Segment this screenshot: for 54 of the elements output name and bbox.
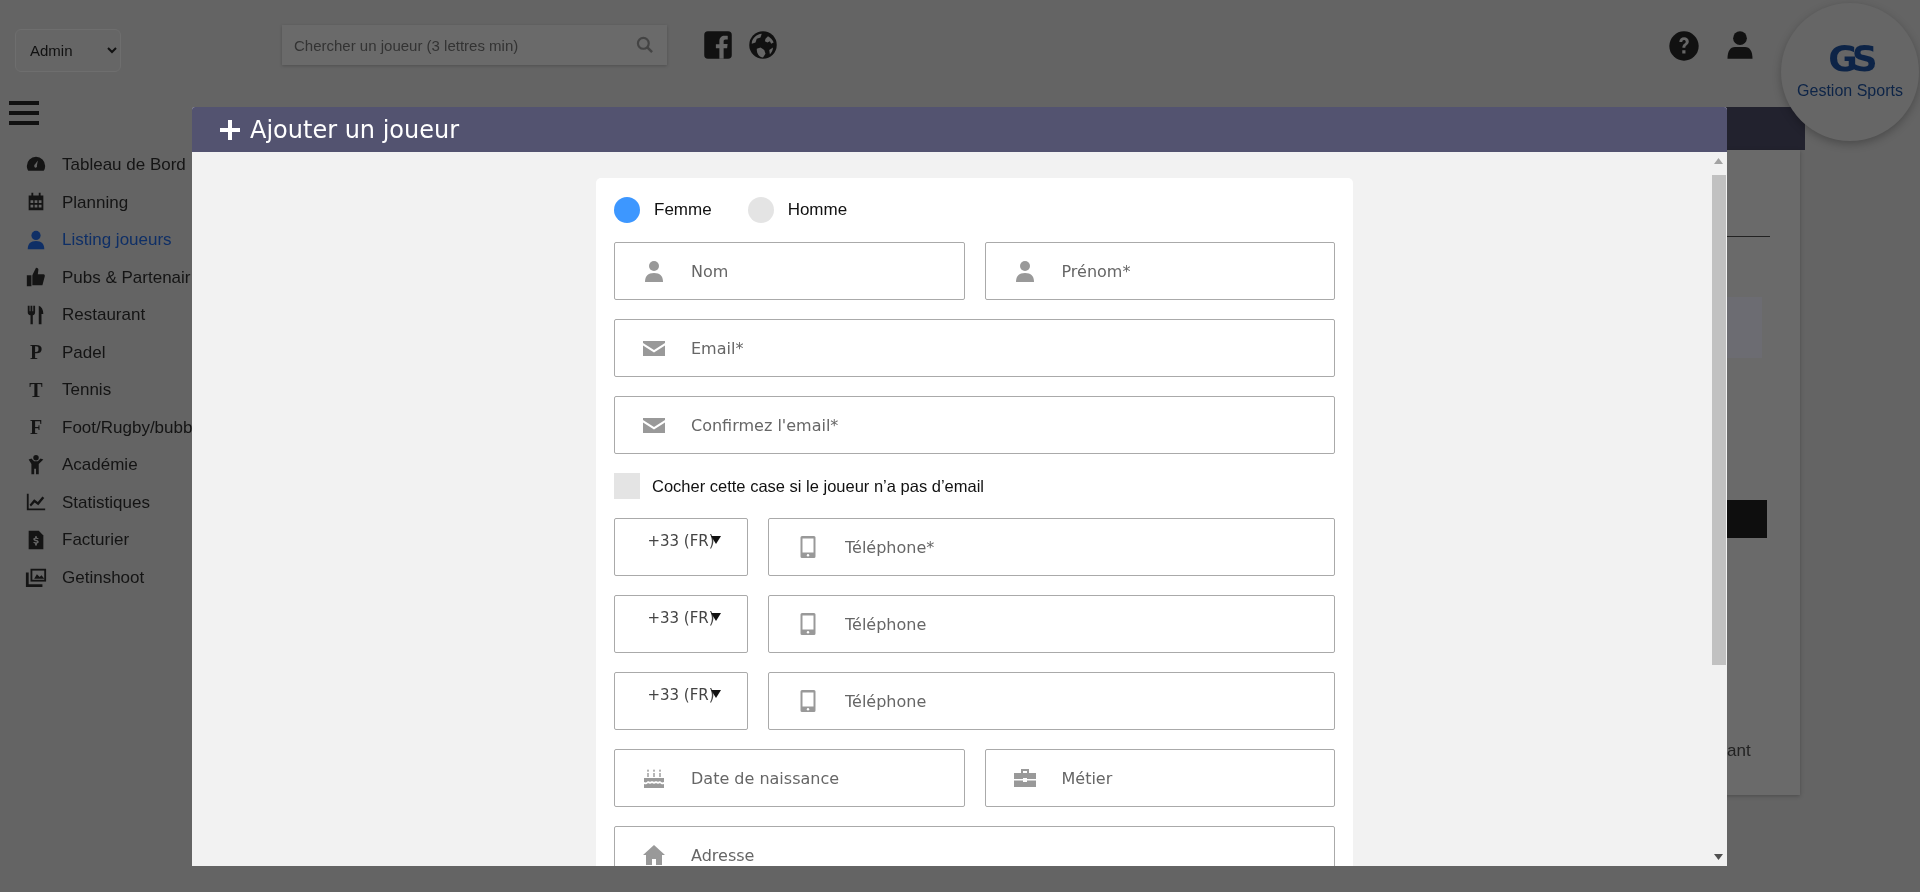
sidebar-item[interactable]: Getinshoot xyxy=(0,558,282,596)
radio-circle[interactable] xyxy=(614,197,640,223)
radio-label: Femme xyxy=(654,199,712,222)
search-icon[interactable] xyxy=(635,35,655,55)
radio-option[interactable]: Homme xyxy=(747,197,848,223)
scroll-up-icon[interactable] xyxy=(1714,158,1723,164)
sidebar-item[interactable]: Restaurant xyxy=(0,296,282,334)
input-field[interactable]: Téléphone xyxy=(768,595,1335,653)
role-select[interactable]: Admin xyxy=(15,29,121,72)
sidebar-item[interactable]: Planning xyxy=(0,183,282,221)
sidebar-item[interactable]: Pubs & Partenair xyxy=(0,258,282,296)
input-field[interactable]: Date de naissance xyxy=(614,749,965,807)
sidebar-item[interactable]: Listing joueurs xyxy=(0,221,282,259)
input-field[interactable]: Métier xyxy=(984,749,1335,807)
logo-monogram: GS xyxy=(1828,41,1872,77)
input-field[interactable]: Téléphone* xyxy=(768,518,1335,576)
input-field[interactable]: Email* xyxy=(614,319,1335,377)
checkbox-label: Cocher cette case si le joueur n’a pas d’email xyxy=(652,475,984,497)
scroll-down-icon[interactable] xyxy=(1714,854,1723,860)
input-field[interactable]: Téléphone xyxy=(768,672,1335,730)
radio-label: Homme xyxy=(787,199,848,222)
input-field[interactable]: Prénom* xyxy=(984,242,1335,300)
country-code-select[interactable]: +33 (FR) xyxy=(614,518,748,576)
plus-icon xyxy=(220,119,240,140)
input-field[interactable]: Confirmez l'email* xyxy=(614,396,1335,454)
person-icon xyxy=(642,259,666,283)
user-icon[interactable] xyxy=(1725,30,1755,60)
globe-icon[interactable] xyxy=(748,30,778,60)
photos-icon xyxy=(25,566,47,589)
input-field[interactable]: Nom xyxy=(614,242,965,300)
scrollbar-thumb[interactable] xyxy=(1712,175,1726,665)
sidebar-item[interactable]: Facturier xyxy=(0,521,282,559)
country-code-select[interactable]: +33 (FR) xyxy=(614,595,748,653)
sidebar-item[interactable]: Académie xyxy=(0,446,282,484)
logo-name: Gestion Sports xyxy=(1797,81,1903,101)
modal-title: Ajouter un joueur xyxy=(250,114,460,146)
checkbox[interactable] xyxy=(614,473,640,499)
menu-icon[interactable] xyxy=(9,100,39,126)
input-field[interactable]: Adresse xyxy=(614,826,1335,866)
sidebar-item[interactable]: Tableau de Bord xyxy=(0,146,282,184)
letter-icon: F xyxy=(25,416,47,439)
help-icon[interactable] xyxy=(1668,30,1700,62)
letter-icon: T xyxy=(25,378,47,401)
sidebar-item[interactable]: Statistiques xyxy=(0,483,282,521)
panel-text: ant xyxy=(1727,740,1751,762)
letter-icon: P xyxy=(25,341,47,364)
country-code-select[interactable]: +33 (FR) xyxy=(614,672,748,730)
radio-option[interactable]: Femme xyxy=(614,197,712,223)
radio-circle[interactable] xyxy=(747,197,774,223)
thumbs-up-icon xyxy=(25,266,47,289)
facebook-icon[interactable] xyxy=(703,30,733,60)
user-icon xyxy=(25,228,47,251)
house-icon xyxy=(642,843,666,866)
briefcase-icon xyxy=(1012,766,1037,790)
